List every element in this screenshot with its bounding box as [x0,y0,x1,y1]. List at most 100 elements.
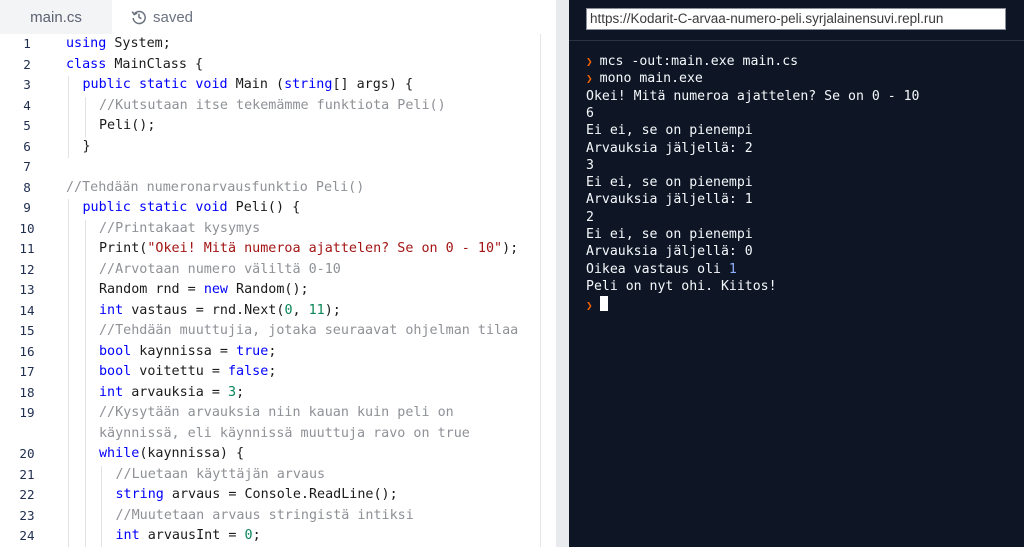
code-token: //Tehdään muuttujia, jotaka seuraavat oh… [99,323,519,338]
code-line[interactable]: Print("Okei! Mitä numeroa ajattelen? Se … [99,241,518,256]
code-token: true [236,343,269,359]
code-token: //Kysytään arvauksia niin kauan kuin pel… [99,405,454,420]
indent-guide [84,363,86,384]
repl-url-field[interactable]: https://Kodarit-C-arvaa-numero-peli.syrj… [586,8,1006,30]
code-token: 3 [228,384,237,400]
terminal-text: Arvauksia jäljellä: 2 [586,140,753,156]
tab-main-cs[interactable]: main.cs [0,0,112,34]
line-number: 3 [23,77,31,92]
indent-guide [68,76,69,97]
code-line[interactable]: class MainClass { [66,57,203,72]
code-token: //Arvotaan numero väliltä 0-10 [99,261,341,277]
code-line[interactable]: int arvausInt = 0; [116,528,261,543]
indent-guide [84,465,86,486]
code-token: kaynnissa = [131,343,237,359]
code-line[interactable]: //Tehdään numeronarvausfunktio Peli() [66,180,364,195]
terminal-text: Peli on nyt ohi. Kiitos! [586,278,777,294]
code-line[interactable]: string arvaus = Console.ReadLine(); [116,487,398,502]
line-number: 12 [19,261,35,277]
indent-guide [68,281,69,302]
indent-guide [84,322,86,343]
code-token: voitettu = [131,364,228,379]
code-token: void [195,77,228,92]
indent-guide [68,383,69,404]
line-number: 14 [19,302,35,318]
code-token: while [99,446,140,461]
code-token: public [82,77,131,92]
history-icon [131,9,147,25]
terminal-output: Okei! Mitä numeroa ajattelen? Se on 0 - … [586,89,919,104]
url-bar: https://Kodarit-C-arvaa-numero-peli.syrj… [569,0,1024,41]
tab-file-label: main.cs [30,8,82,26]
code-line[interactable]: } [83,139,91,154]
line-number: 24 [19,528,35,543]
code-token: ; [236,384,245,400]
code-line[interactable]: //Muutetaan arvaus stringistä intiksi [116,508,414,523]
terminal-output: Ei ei, se on pienempi [586,123,753,138]
line-number: 18 [19,384,35,400]
code-token: int [99,384,124,400]
code-line[interactable]: käynnissä, eli käynnissä muuttuja ravo o… [99,426,470,441]
code-token: string [284,77,333,92]
code-line[interactable]: //Arvotaan numero väliltä 0-10 [99,262,341,277]
code-line[interactable]: //Printakaat kysymys [99,221,260,236]
code-line[interactable]: bool kaynnissa = true; [99,344,276,359]
code-token: static [138,77,188,92]
indent-guide [84,506,86,527]
indent-guide [101,486,102,507]
editor-scrollbar[interactable] [540,34,541,547]
indent-guide [68,404,69,425]
terminal-text: Arvauksia jäljellä: 1 [586,192,753,208]
code-token: class [66,56,107,72]
code-line[interactable]: using System; [66,36,171,51]
prompt-chevron-icon: ❯ [586,299,593,313]
line-number: 21 [19,466,35,482]
indent-guide [84,96,86,117]
line-number: 2 [23,56,31,72]
line-number: 10 [19,220,35,236]
code-line[interactable]: public static void Peli() { [83,200,301,215]
code-editor-pane[interactable]: main.cs saved 1 using System; 2 class MainC… [0,0,556,547]
code-token: 0 [284,302,293,318]
terminal-text: Ei ei, se on pienempi [586,123,753,139]
pane-divider[interactable] [556,0,569,547]
code-token: arvaus = Console.ReadLine(); [163,487,398,502]
code-token: ); [324,302,341,318]
code-line[interactable]: int arvauksia = 3; [99,385,244,400]
code-line[interactable]: //Luetaan käyttäjän arvaus [116,467,326,482]
terminal-output: 2 [586,210,594,225]
terminal-output: 6 [586,106,594,121]
line-number: 16 [19,343,35,359]
indent-guide [84,486,86,507]
indent-guide [68,219,69,240]
indent-guide [68,363,69,384]
code-token: (kaynnissa) { [139,446,245,461]
code-token: Main ( [227,77,285,92]
code-line[interactable]: Peli(); [99,118,155,133]
code-line[interactable]: public static void Main (string[] args) … [83,77,414,92]
terminal-output: Peli on nyt ohi. Kiitos! [586,279,777,294]
indent-guide [84,404,86,425]
terminal-text: Oikea vastaus oli [586,261,729,277]
code-line[interactable]: while(kaynnissa) { [99,446,244,461]
code-line[interactable]: //Kutsutaan itse tekemämme funktiota Pel… [99,98,446,113]
indent-guide [68,342,69,363]
terminal-output: Oikea vastaus oli 1 [586,262,737,277]
indent-guide [101,527,102,547]
terminal-cursor[interactable] [599,296,608,312]
code-token: käynnissä, eli käynnissä muuttuja ravo o… [99,425,470,441]
code-line[interactable]: //Tehdään muuttujia, jotaka seuraavat oh… [99,323,518,338]
indent-guide [68,424,69,445]
indent-guide [84,117,86,138]
code-token: int [99,302,124,318]
code-line[interactable]: int vastaus = rnd.Next(0, 11); [99,303,341,318]
code-line[interactable]: bool voitettu = false; [99,364,276,379]
code-line[interactable]: //Kysytään arvauksia niin kauan kuin pel… [99,405,454,420]
console-pane[interactable]: https://Kodarit-C-arvaa-numero-peli.syrj… [569,0,1024,547]
code-token: ); [502,241,519,256]
code-line[interactable]: Random rnd = new Random(); [99,282,309,297]
indent-guide [84,219,86,240]
line-number: 11 [19,241,35,256]
line-number: 5 [23,118,31,133]
terminal-text: 6 [586,105,594,121]
